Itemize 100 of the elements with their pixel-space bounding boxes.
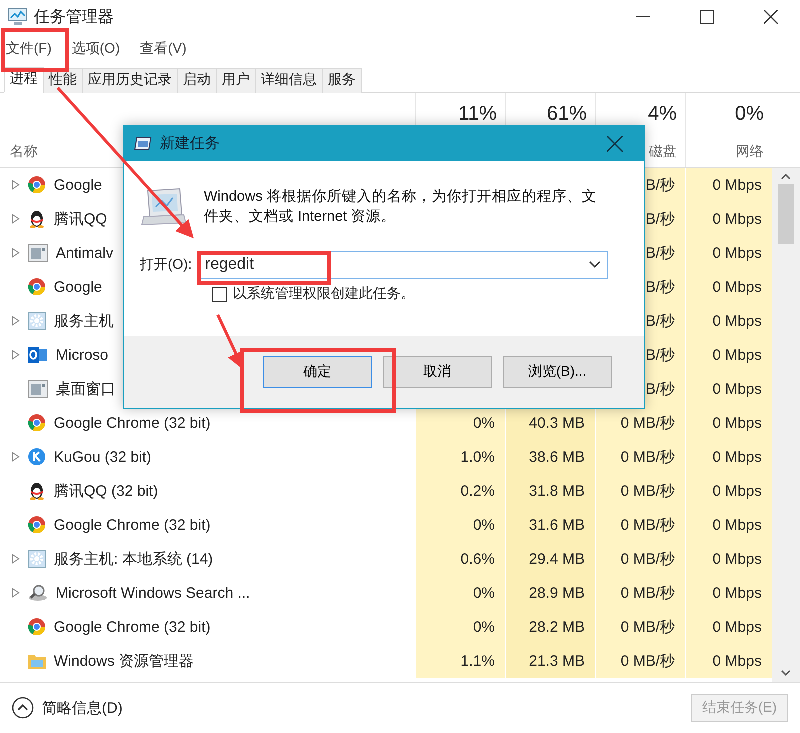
usage-value: B/秒 [646,312,675,330]
process-name: 服务主机 [54,312,114,330]
usage-value: 0 Mbps [712,550,762,568]
maximize-icon[interactable] [700,10,714,24]
usage-value: B/秒 [646,210,675,228]
open-combo-field[interactable]: regedit [198,251,608,279]
usage-value: 0 Mbps [712,516,762,534]
usage-value: 0 MB/秒 [620,516,675,534]
expand-arrow-icon[interactable] [12,180,20,190]
expand-arrow-icon[interactable] [12,316,20,326]
tab[interactable]: 用户 [216,68,256,93]
usage-value: 1.1% [460,652,495,670]
search-icon [28,584,48,602]
usage-value: B/秒 [646,278,675,296]
usage-value: 0 MB/秒 [620,550,675,568]
usage-value: 28.9 MB [529,584,585,602]
usage-value: B/秒 [646,380,675,398]
usage-value: 0 Mbps [712,652,762,670]
minimize-icon[interactable] [636,16,650,18]
scroll-up-icon[interactable] [781,174,791,180]
scroll-down-icon[interactable] [781,670,791,676]
usage-value: 29.4 MB [529,550,585,568]
usage-value: B/秒 [646,346,675,364]
usage-value: 0 Mbps [712,346,762,364]
tab[interactable]: 服务 [322,68,362,93]
usage-value: 0 MB/秒 [620,618,675,636]
usage-value: 0 Mbps [712,244,762,262]
tab[interactable]: 应用历史记录 [82,68,178,93]
usage-value: 0 MB/秒 [620,448,675,466]
usage-value: 0 Mbps [712,380,762,398]
usage-value: 0 MB/秒 [620,414,675,432]
penguin-icon [28,209,46,229]
usage-value: 0 Mbps [712,482,762,500]
expand-arrow-icon[interactable] [12,248,20,258]
close-icon[interactable] [764,10,778,24]
dialog-button[interactable]: 浏览(B)... [503,356,612,388]
usage-value: 0 Mbps [712,618,762,636]
usage-value: 0 Mbps [712,414,762,432]
collapse-icon[interactable] [12,697,34,719]
expand-arrow-icon[interactable] [12,452,20,462]
checkbox[interactable] [212,286,227,302]
highlight-frame [1,28,69,72]
usage-value: 0% [473,584,495,602]
chrome-icon [28,618,46,636]
column-percent: 0% [735,103,764,126]
folder-icon [28,653,46,669]
dialog-button[interactable]: 确定 [263,356,372,388]
monitor-icon [140,187,188,227]
process-name: 腾讯QQ (32 bit) [54,482,158,500]
usage-value: 0 Mbps [712,448,762,466]
expand-arrow-icon[interactable] [12,350,20,360]
tab[interactable]: 启动 [177,68,217,93]
monitor-chart-icon [8,8,28,26]
usage-value: B/秒 [646,244,675,262]
column-header[interactable]: 网络 [736,143,764,161]
column-header[interactable]: 名称 [10,143,38,161]
usage-value: 0 Mbps [712,278,762,296]
open-label: 打开(O): [140,256,192,274]
menu-item[interactable]: 文件(F) [6,40,52,58]
column-percent: 61% [546,103,587,126]
usage-value: 38.6 MB [529,448,585,466]
process-name: Antimalv [56,244,114,262]
chevron-down-icon[interactable] [589,261,602,269]
column-percent: 4% [648,103,677,126]
details-link[interactable]: 简略信息(D) [42,698,123,718]
usage-value: 0 MB/秒 [620,652,675,670]
usage-value: B/秒 [646,176,675,194]
expand-arrow-icon[interactable] [12,554,20,564]
expand-arrow-icon[interactable] [12,588,20,598]
usage-value: 0 Mbps [712,176,762,194]
gear-icon [28,312,46,330]
process-name: Google Chrome (32 bit) [54,516,211,534]
gear-icon [28,550,46,568]
expand-arrow-icon[interactable] [12,214,20,224]
usage-value: 0.6% [460,550,495,568]
penguin-icon [28,481,46,501]
scrollbar[interactable] [772,168,800,682]
usage-value: 31.8 MB [529,482,585,500]
process-name: 服务主机: 本地系统 (14) [54,550,214,568]
process-name: Google Chrome (32 bit) [54,414,211,432]
column-header[interactable]: 磁盘 [649,143,677,161]
usage-value: 0 Mbps [712,312,762,330]
menu-item[interactable]: 查看(V) [140,40,187,58]
window-title: 任务管理器 [34,8,115,28]
process-name: KuGou (32 bit) [54,448,152,466]
chrome-icon [28,516,46,534]
usage-value: 21.3 MB [529,652,585,670]
process-name: Google [54,176,102,194]
tab[interactable]: 详细信息 [255,68,323,93]
process-name: 腾讯QQ [54,210,108,228]
dialog-button[interactable]: 取消 [383,356,492,388]
usage-value: 0% [473,618,495,636]
usage-value: 0% [473,516,495,534]
window-icon [28,244,48,262]
process-name: Microsoft Windows Search ... [56,584,250,602]
scroll-thumb[interactable] [778,184,794,244]
menu-item[interactable]: 选项(O) [72,40,120,58]
usage-value: 28.2 MB [529,618,585,636]
usage-value: 1.0% [460,448,495,466]
k-circle-icon [28,448,46,466]
